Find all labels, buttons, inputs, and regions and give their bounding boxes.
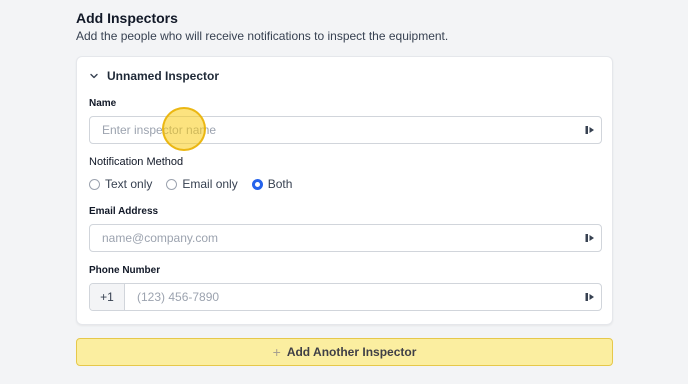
radio-option-email-only[interactable]: Email only <box>166 177 238 191</box>
inspector-card-header[interactable]: Unnamed Inspector <box>89 69 219 83</box>
plus-icon: + <box>272 344 281 360</box>
name-label: Name <box>89 98 117 109</box>
phone-input[interactable] <box>125 284 585 310</box>
notification-method-label: Notification Method <box>89 156 184 168</box>
radio-label: Email only <box>182 177 238 191</box>
radio-circle-selected[interactable] <box>251 178 263 190</box>
notification-method-group: Text only Email only Both <box>89 177 292 191</box>
phone-field-wrapper: +1 <box>89 283 602 311</box>
chevron-down-icon <box>90 73 98 79</box>
radio-label: Text only <box>105 177 153 191</box>
section-subtitle: Add the people who will receive notifica… <box>76 29 449 43</box>
email-input[interactable] <box>90 225 585 251</box>
name-input[interactable] <box>90 117 585 143</box>
autofill-icon[interactable] <box>585 124 595 136</box>
name-field-wrapper <box>89 116 602 144</box>
phone-label: Phone Number <box>89 265 161 276</box>
phone-country-prefix: +1 <box>90 284 125 310</box>
autofill-icon[interactable] <box>585 291 595 303</box>
inspector-card-title: Unnamed Inspector <box>107 69 220 83</box>
radio-label: Both <box>267 177 293 191</box>
section-title: Add Inspectors <box>76 10 178 26</box>
autofill-icon[interactable] <box>585 232 595 244</box>
radio-option-both[interactable]: Both <box>251 177 293 191</box>
page: Add Inspectors Add the people who will r… <box>0 0 688 384</box>
radio-option-text-only[interactable]: Text only <box>89 177 152 191</box>
radio-circle[interactable] <box>166 178 178 190</box>
email-label: Email Address <box>89 206 159 217</box>
inspector-card: Unnamed Inspector Name Notification Meth… <box>76 56 613 325</box>
add-another-inspector-label: Add Another Inspector <box>286 345 417 359</box>
email-field-wrapper <box>89 224 602 252</box>
add-another-inspector-button[interactable]: + Add Another Inspector <box>76 338 613 366</box>
radio-circle[interactable] <box>89 178 100 190</box>
